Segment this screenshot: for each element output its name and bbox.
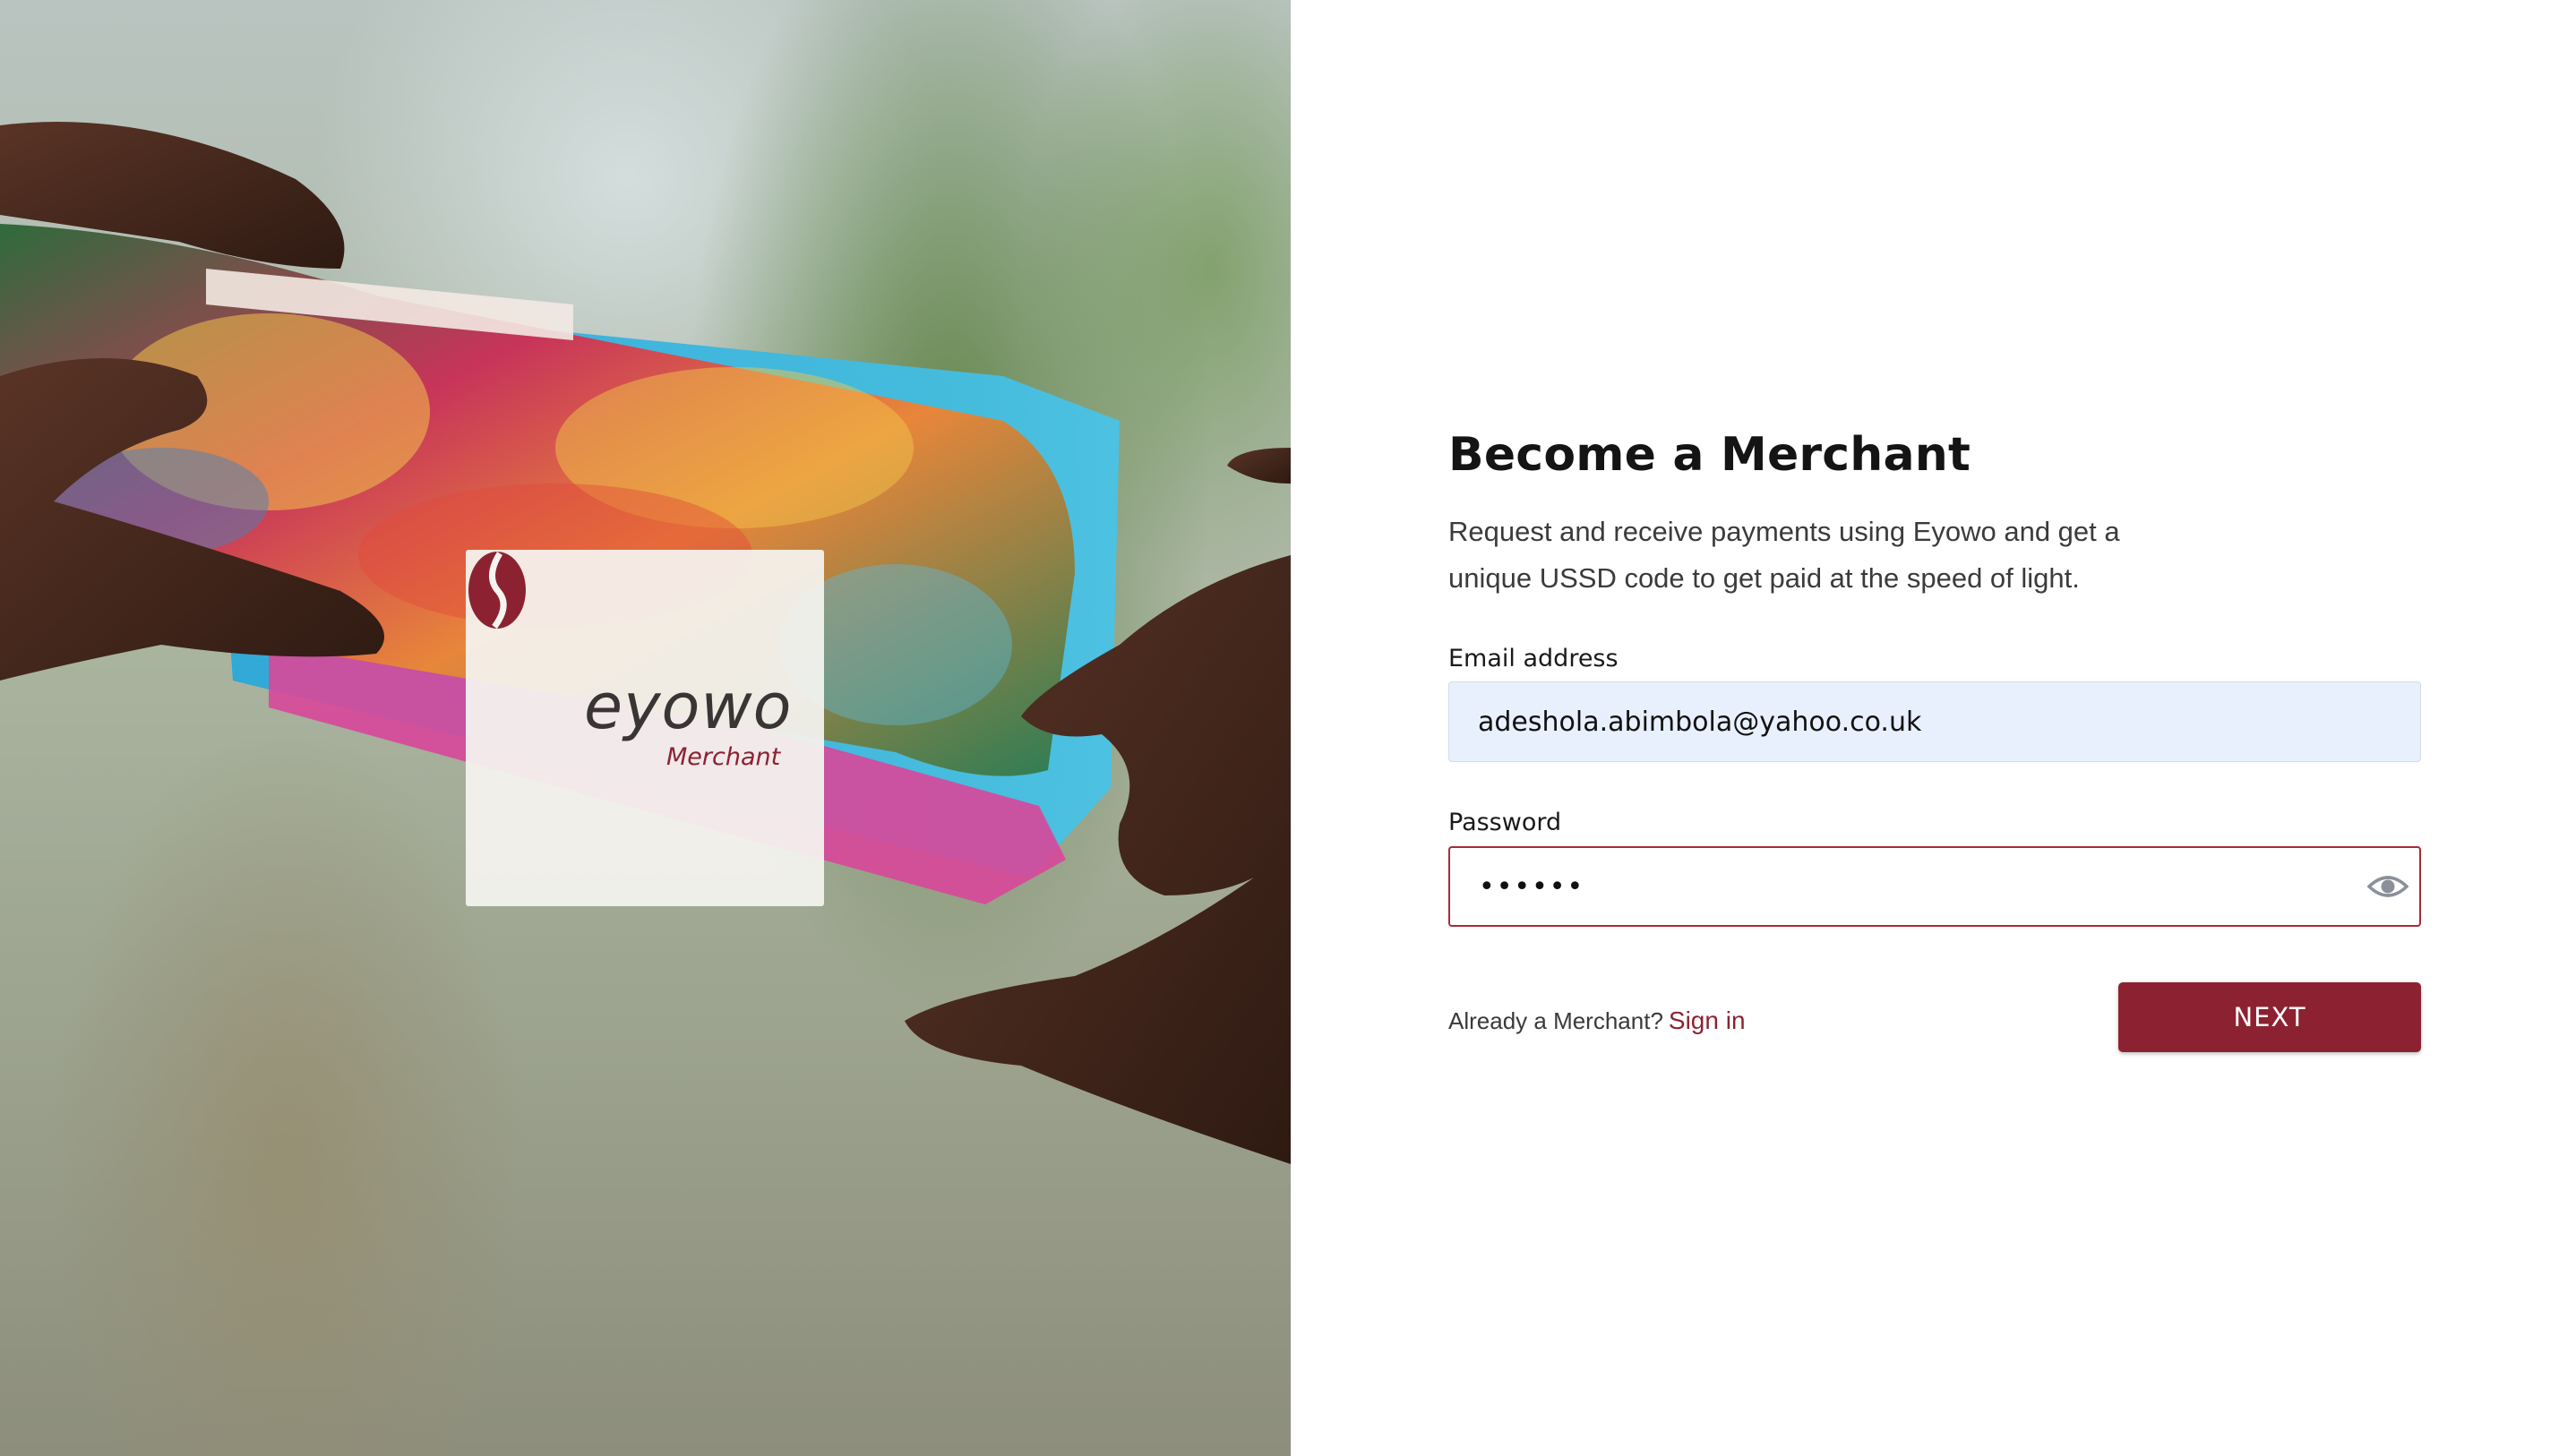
email-input[interactable] bbox=[1448, 681, 2421, 762]
eyowo-logo-icon bbox=[468, 552, 526, 630]
email-label: Email address bbox=[1448, 645, 1619, 672]
logo-subtitle: Merchant bbox=[666, 743, 781, 771]
logo-card: eyowo Merchant bbox=[466, 550, 824, 906]
signup-panel: Become a Merchant Request and receive pa… bbox=[1291, 0, 2576, 1456]
hero-image: eyowo Merchant bbox=[0, 0, 1291, 1456]
page: eyowo Merchant Become a Merchant Request… bbox=[0, 0, 2576, 1456]
logo-wordmark: eyowo bbox=[584, 670, 793, 743]
eye-icon[interactable] bbox=[2367, 867, 2409, 906]
already-merchant-text: Already a Merchant? Sign in bbox=[1448, 1006, 1746, 1035]
sign-in-link[interactable]: Sign in bbox=[1669, 1006, 1746, 1034]
page-description: Request and receive payments using Eyowo… bbox=[1448, 516, 2120, 594]
password-label: Password bbox=[1448, 809, 1562, 836]
next-button[interactable]: NEXT bbox=[2118, 982, 2421, 1052]
page-title: Become a Merchant bbox=[1448, 428, 1971, 482]
password-input[interactable] bbox=[1448, 846, 2421, 927]
already-merchant-label: Already a Merchant? bbox=[1448, 1007, 1663, 1034]
